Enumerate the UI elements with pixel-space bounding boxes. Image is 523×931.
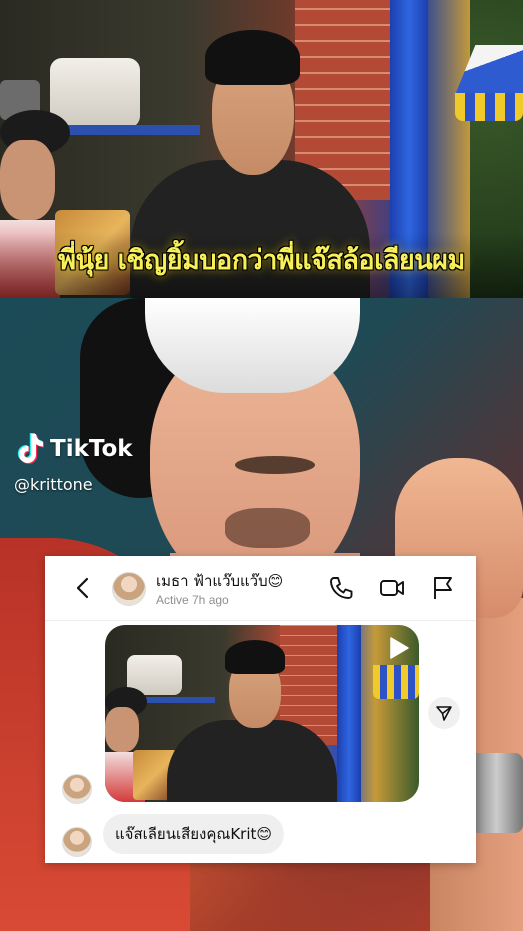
awning-roof [455,45,523,95]
message-bubble[interactable]: แจ๊สเลียนเสียงคุณKrit😊 [103,814,285,854]
top-video-frame: พี่นุ้ย เชิญยิ้มบอกว่าพี่แจ๊สล้อเลียนผม [0,0,523,298]
thumbnail-blue-post [337,625,361,802]
wristwatch [470,753,523,833]
dm-header: เมธา ฟ้าแว๊บแว๊บ😊 Active 7h ago [45,556,476,621]
video-camera-icon[interactable] [378,574,406,602]
phone-icon[interactable] [327,574,355,602]
tiktok-logo-icon [17,433,44,464]
tiktok-watermark: TikTok [14,432,133,466]
video-caption: พี่นุ้ย เชิญยิ้มบอกว่าพี่แจ๊สล้อเลียนผม [58,245,465,276]
tiktok-handle: @krittone [14,475,93,494]
rice-cooker [50,58,140,128]
tiktok-brand: TikTok [50,436,133,462]
sender-avatar[interactable] [62,827,92,857]
sender-avatar[interactable] [62,774,92,804]
mustache [235,456,315,474]
flag-icon[interactable] [429,574,457,602]
thumbnail-person-body [167,720,337,802]
share-button[interactable] [428,697,460,729]
play-icon [390,637,409,659]
thumbnail-person-hair [225,640,285,674]
dm-screenshot-card: เมธา ฟ้าแว๊บแว๊บ😊 Active 7h ago แจ๊สเลีย… [45,556,476,863]
awning-stripes [455,93,523,121]
chevron-left-icon[interactable] [73,576,93,600]
contact-status: Active 7h ago [156,593,229,607]
thumbnail-person-center [167,640,337,802]
beard [225,508,310,548]
person-left-face [0,140,55,220]
thumbnail-person-left-face [105,707,139,752]
shared-reel-thumbnail[interactable] [105,625,419,802]
contact-avatar[interactable] [112,572,146,606]
send-icon [436,706,452,721]
striped-awning [455,45,523,125]
contact-name[interactable]: เมธา ฟ้าแว๊บแว๊บ😊 [156,569,283,593]
thumbnail-awning [373,665,419,699]
person-center-hair [205,30,300,85]
